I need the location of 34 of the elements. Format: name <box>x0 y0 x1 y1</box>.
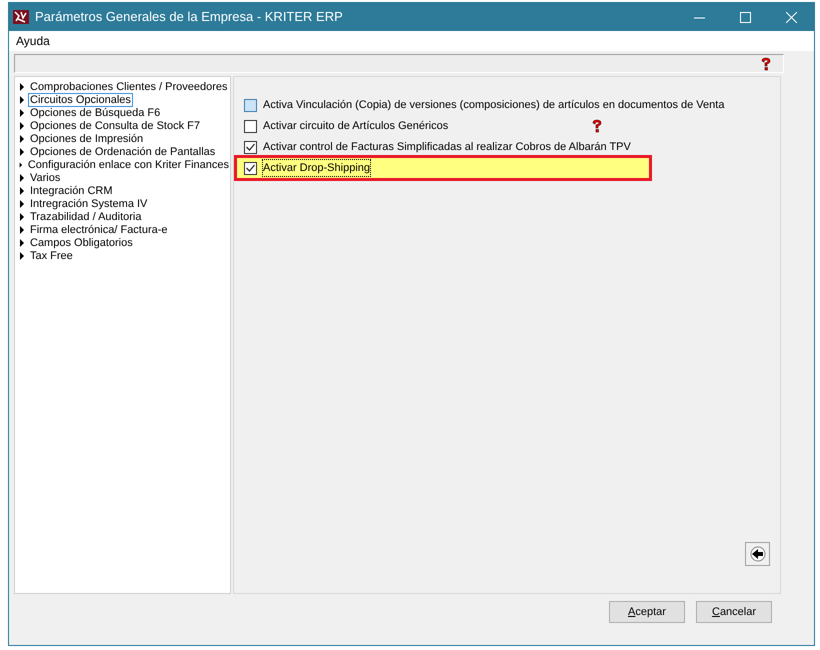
tree-item[interactable]: Tax Free <box>29 250 74 262</box>
close-icon <box>786 12 796 22</box>
menu-item[interactable]: Ayuda <box>15 32 51 50</box>
option-label[interactable]: Activar control de Facturas Simplificadas al realizar Cobros de Albarán TPV <box>263 138 631 156</box>
dialog-button[interactable]: Aceptar <box>609 601 685 623</box>
tree-item[interactable]: Integración CRM <box>29 184 114 196</box>
tree-item[interactable]: Opciones de Consulta de Stock F7 <box>29 120 201 132</box>
tree-item[interactable]: Comprobaciones Clientes / Proveedores <box>29 80 228 92</box>
tree-item[interactable]: Opciones de Ordenación de Pantallas <box>29 146 216 158</box>
option-label[interactable]: Activar circuito de Artículos Genéricos <box>263 118 448 134</box>
tree-item[interactable]: Campos Obligatorios <box>29 236 134 248</box>
tree-item[interactable]: Opciones de Búsqueda F6 <box>29 106 162 118</box>
option-label[interactable]: Activa Vinculación (Copia) de versiones (composiciones) de artículos en documentos de Venta <box>263 96 724 114</box>
dialog-button[interactable]: Cancelar <box>696 601 772 623</box>
tree-item[interactable]: Trazabilidad / Auditoria <box>29 210 142 222</box>
help-icon[interactable] <box>590 119 604 133</box>
window-title: Parámetros Generales de la Empresa - KRITER ERP <box>35 8 344 26</box>
check-icon <box>246 164 255 172</box>
checkbox[interactable] <box>244 162 257 174</box>
tree-item[interactable]: Intregración Systema IV <box>29 198 148 210</box>
back-button[interactable] <box>745 542 770 566</box>
tree-item[interactable]: Configuración enlace con Kriter Finances <box>26 158 230 170</box>
check-icon <box>246 143 255 151</box>
checkbox[interactable] <box>244 140 257 154</box>
tree-item[interactable]: Firma electrónica/ Factura-e <box>29 224 169 236</box>
tree-item[interactable]: Circuitos Opcionales <box>29 94 132 106</box>
tree-item[interactable]: Opciones de Impresión <box>29 132 144 144</box>
checkbox[interactable] <box>244 120 257 132</box>
app-icon <box>13 10 29 24</box>
maximize-icon <box>740 12 750 22</box>
checkbox[interactable] <box>244 98 257 112</box>
left-arrow-icon <box>750 546 766 562</box>
help-icon[interactable] <box>759 56 773 70</box>
tree-item[interactable]: Varios <box>29 172 62 184</box>
